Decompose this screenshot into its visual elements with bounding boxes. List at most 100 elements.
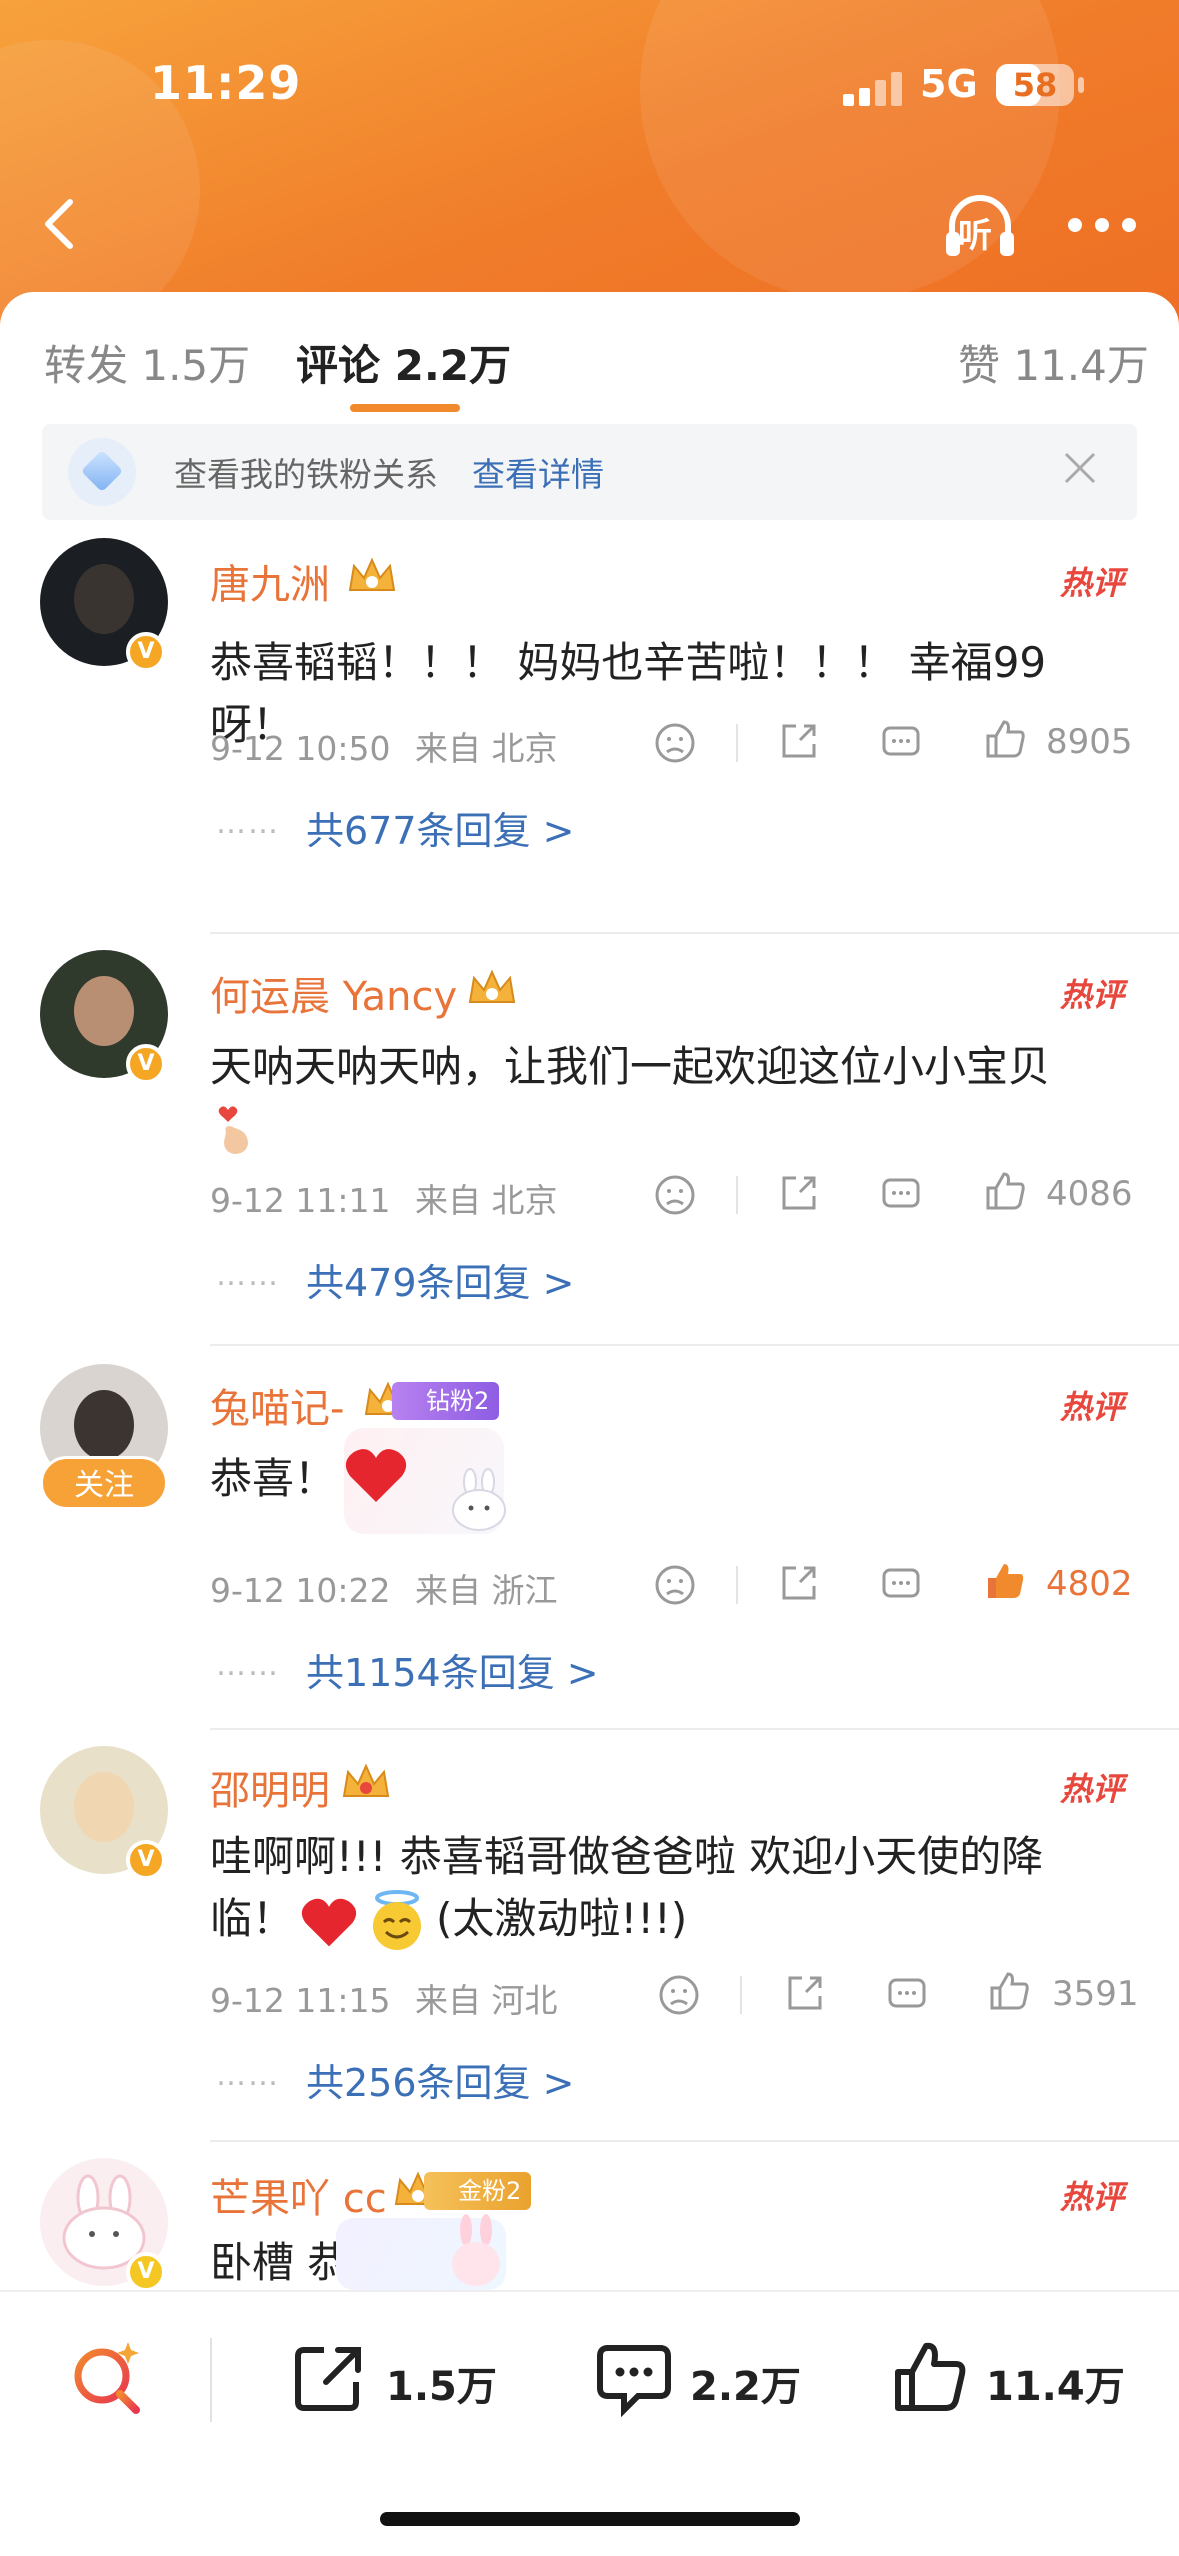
reply-dots: …… [216, 1258, 280, 1293]
tab-indicator [350, 404, 460, 412]
repost-icon [295, 2347, 361, 2411]
bunny-sticker-icon [452, 2214, 500, 2286]
hot-comment-badge: 热评 [1060, 976, 1125, 1014]
fan-level-badge: 金粉2 [424, 2172, 532, 2210]
like-count: 4802 [1046, 1564, 1133, 1604]
battery-tip [1078, 77, 1084, 93]
listen-label: 听 [958, 216, 992, 256]
comment-time: 9-12 10:22 [210, 1571, 391, 1610]
crown-icon [348, 557, 396, 591]
diamond-icon [68, 438, 136, 506]
signal-icon [843, 70, 903, 106]
comment-item: V 邵明明 热评 哇啊啊!!! 恭喜韬哥做爸爸啦 欢迎小天使的降 临！ (太激动… [0, 1730, 1179, 2142]
hot-comment-badge: 热评 [1060, 564, 1125, 602]
comment-meta: 9-12 11:15 来自 河北 [210, 1974, 558, 2022]
comment-count: 2.2万 [690, 2364, 801, 2410]
thumbs-up-icon[interactable] [982, 1168, 1028, 1214]
share-icon[interactable] [776, 1560, 822, 1606]
tab-reposts[interactable]: 转发 1.5万 [44, 332, 250, 393]
comment-username[interactable]: 何运晨 Yancy [210, 964, 457, 1022]
thumbs-up-icon [895, 2342, 966, 2411]
reply-dots: …… [216, 2058, 280, 2093]
verified-badge: V [126, 2252, 166, 2292]
comment-location: 来自 河北 [415, 1981, 558, 2020]
more-options-icon[interactable] [1068, 218, 1136, 232]
hot-comment-badge: 热评 [1060, 1770, 1125, 1808]
comment-time: 9-12 10:50 [210, 729, 391, 768]
red-heart-icon [345, 1449, 407, 1502]
comment-item: V 芒果吖 cc 金粉2 热评 卧槽 恭喜 [0, 2142, 1179, 2292]
share-icon[interactable] [782, 1970, 828, 2016]
comment-username[interactable]: 芒果吖 cc [210, 2166, 387, 2224]
reply-dots: …… [216, 806, 280, 841]
divider [736, 1566, 738, 1604]
like-count-total: 11.4万 [986, 2364, 1125, 2410]
ai-search-icon[interactable] [68, 2338, 148, 2418]
comment-username[interactable]: 唐九洲 [210, 552, 330, 610]
comment-bubble-icon [597, 2345, 671, 2418]
like-button[interactable]: 11.4万 [890, 2334, 1150, 2418]
like-count: 3591 [1052, 1974, 1139, 2014]
share-icon[interactable] [776, 1170, 822, 1216]
fan-relation-text: 查看我的铁粉关系 [174, 455, 438, 494]
dislike-face-icon[interactable] [652, 1172, 698, 1218]
comment-location: 来自 浙江 [415, 1571, 558, 1610]
view-replies-link[interactable]: 共1154条回复 > [306, 1642, 599, 1697]
comment-icon[interactable] [878, 1562, 924, 1608]
comment-meta: 9-12 10:50 来自 北京 [210, 722, 558, 770]
comment-meta: 9-12 10:22 来自 浙江 [210, 1564, 558, 1612]
angel-face-icon [373, 1890, 421, 1950]
finger-heart-icon [218, 1106, 248, 1154]
view-replies-link[interactable]: 共677条回复 > [306, 800, 574, 855]
divider [736, 1176, 738, 1214]
comment-location: 来自 北京 [415, 729, 558, 768]
comment-icon[interactable] [884, 1972, 930, 2018]
comment-text-line2: 临！ [210, 1894, 295, 1943]
reply-dots: …… [216, 1648, 280, 1683]
tab-comments[interactable]: 评论 2.2万 [296, 332, 511, 393]
comment-button[interactable]: 2.2万 [594, 2334, 814, 2418]
bunny-sticker-icon [452, 1468, 506, 1531]
dislike-face-icon[interactable] [656, 1972, 702, 2018]
thumbs-up-liked-icon[interactable] [982, 1558, 1028, 1604]
verified-badge: V [126, 1840, 166, 1880]
comments-sheet: 转发 1.5万 评论 2.2万 赞 11.4万 查看我的铁粉关系 查看详情 V … [0, 292, 1179, 2556]
comment-icon[interactable] [878, 1172, 924, 1218]
view-replies-link[interactable]: 共479条回复 > [306, 1252, 574, 1307]
thumbs-up-icon[interactable] [986, 1968, 1032, 2014]
thumbs-up-icon[interactable] [982, 716, 1028, 762]
status-time: 11:29 [150, 56, 302, 110]
comment-item: V 唐九洲 热评 恭喜韬韬！！！ 妈妈也辛苦啦！！！ 幸福99呀！ 9-12 1… [0, 522, 1179, 934]
divider [736, 724, 738, 762]
comment-location: 来自 北京 [415, 1181, 558, 1220]
comment-meta: 9-12 11:11 来自 北京 [210, 1174, 558, 1222]
comment-time: 9-12 11:15 [210, 1981, 391, 2020]
comment-username[interactable]: 兔喵记- [210, 1376, 344, 1434]
home-indicator [380, 2512, 800, 2526]
battery-icon: 58 [996, 64, 1074, 106]
comment-text: 天呐天呐天呐，让我们一起欢迎这位小小宝贝 [210, 1042, 1051, 1091]
comment-icon[interactable] [878, 720, 924, 766]
fan-relation-link[interactable]: 查看详情 [472, 448, 604, 496]
network-type: 5G [920, 62, 978, 106]
battery-level: 58 [1012, 66, 1058, 104]
comment-text: 哇啊啊!!! 恭喜韬哥做爸爸啦 欢迎小天使的降 [210, 1832, 1044, 1881]
view-replies-link[interactable]: 共256条回复 > [306, 2052, 574, 2107]
repost-button[interactable]: 1.5万 [290, 2334, 510, 2418]
dislike-face-icon[interactable] [652, 720, 698, 766]
follow-button[interactable]: 关注 [40, 1456, 168, 1510]
like-count: 4086 [1046, 1174, 1133, 1214]
share-icon[interactable] [776, 718, 822, 764]
repost-count: 1.5万 [386, 2364, 497, 2410]
divider [740, 1976, 742, 2014]
tab-bar: 转发 1.5万 评论 2.2万 赞 11.4万 [0, 292, 1179, 422]
dislike-face-icon[interactable] [652, 1562, 698, 1608]
fan-level-badge: 钻粉2 [392, 1382, 500, 1420]
fan-relation-banner[interactable]: 查看我的铁粉关系 查看详情 [42, 424, 1137, 520]
crown-icon [342, 1763, 390, 1797]
red-heart-icon [301, 1898, 357, 1947]
comment-username[interactable]: 邵明明 [210, 1758, 330, 1816]
back-arrow-icon[interactable] [34, 196, 90, 252]
tab-likes[interactable]: 赞 11.4万 [958, 332, 1149, 393]
close-icon[interactable] [1060, 448, 1100, 488]
